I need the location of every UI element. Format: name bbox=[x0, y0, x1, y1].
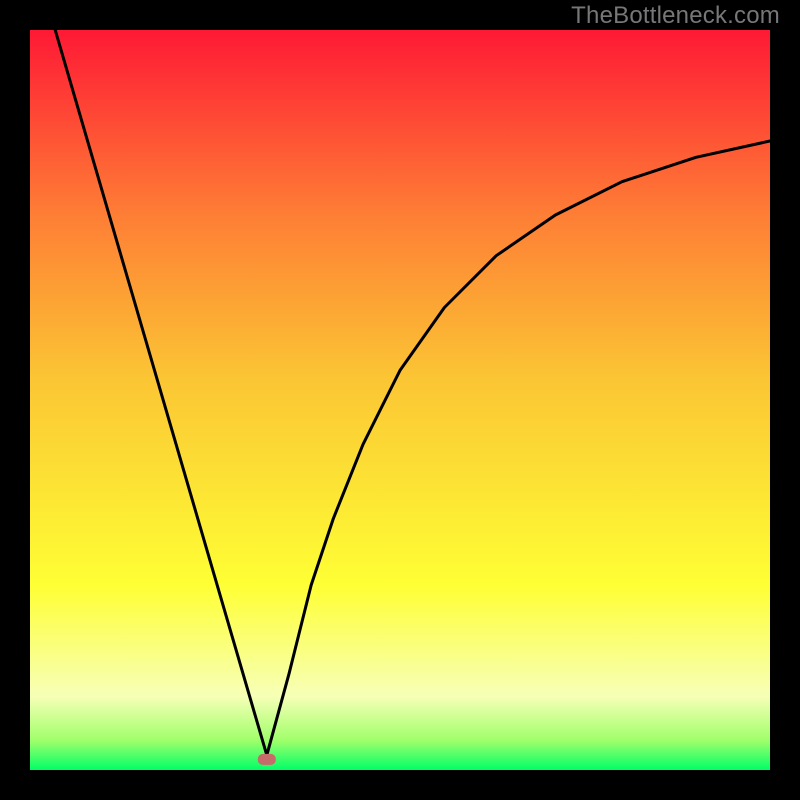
valley-marker bbox=[258, 754, 276, 765]
gradient-background bbox=[30, 30, 770, 770]
chart-container: TheBottleneck.com bbox=[0, 0, 800, 800]
plot-area bbox=[30, 30, 770, 770]
watermark-text: TheBottleneck.com bbox=[571, 2, 780, 30]
chart-svg bbox=[30, 30, 770, 770]
